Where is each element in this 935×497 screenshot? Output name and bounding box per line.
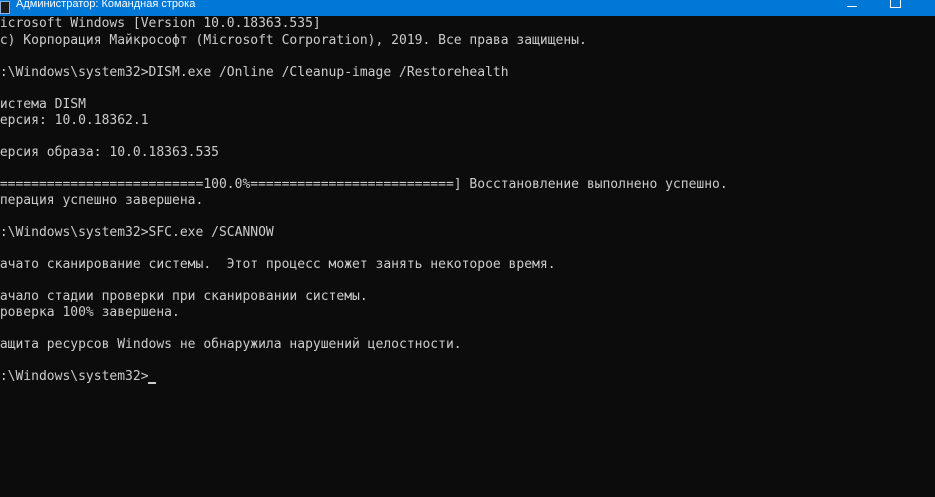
maximize-button[interactable] xyxy=(882,0,910,16)
console-prompt: C:\Windows\system32> xyxy=(0,369,149,384)
console-line: Защита ресурсов Windows не обнаружила на… xyxy=(0,337,462,352)
title-bar[interactable]: Администратор: Командная строка xyxy=(0,0,935,16)
cmd-app-icon xyxy=(0,1,10,14)
window-title: Администратор: Командная строка xyxy=(16,0,196,10)
console-line: Начало стадии проверки при сканировании … xyxy=(0,289,368,304)
console-line: Cистема DISM xyxy=(0,97,86,112)
console-line: Версия образа: 10.0.18363.535 xyxy=(0,145,219,160)
console-line: C:\Windows\system32>DISM.exe /Online /Cl… xyxy=(0,65,509,80)
console-line: [==========================100.0%=======… xyxy=(0,177,728,192)
console-line: Начато сканирование системы. Этот процес… xyxy=(0,257,556,272)
console-line: Microsoft Windows [Version 10.0.18363.53… xyxy=(0,16,321,31)
console-line: Операция успешно завершена. xyxy=(0,193,204,208)
cmd-window: Администратор: Командная строка Microsof… xyxy=(0,0,935,497)
console-line: (c) Корпорация Майкрософт (Microsoft Cor… xyxy=(0,33,587,48)
console-line: C:\Windows\system32>SFC.exe /SCANNOW xyxy=(0,225,274,240)
text-cursor xyxy=(148,382,156,384)
console-line: Проверка 100% завершена. xyxy=(0,305,180,320)
minimize-button[interactable] xyxy=(838,0,866,16)
console-line: Версия: 10.0.18362.1 xyxy=(0,113,149,128)
console-output[interactable]: Microsoft Windows [Version 10.0.18363.53… xyxy=(0,16,935,497)
